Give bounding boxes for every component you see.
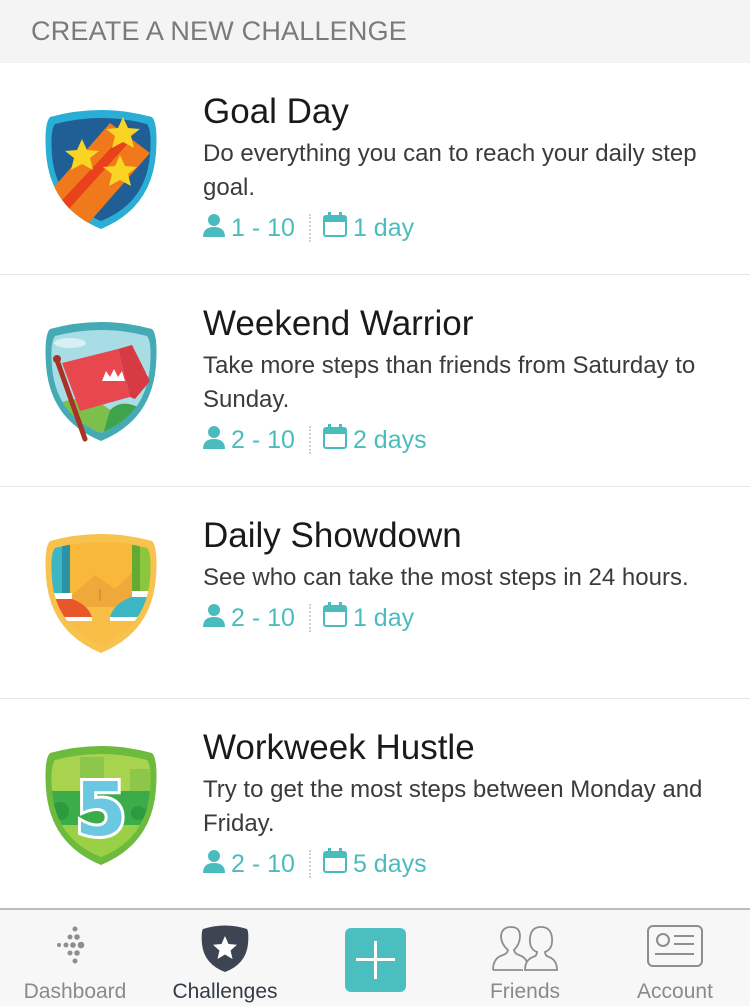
challenge-item-goal-day[interactable]: Goal Day Do everything you can to reach … [0,63,750,275]
participants-range: 1 - 10 [231,213,295,242]
section-title: CREATE A NEW CHALLENGE [31,16,407,46]
challenge-description: Try to get the most steps between Monday… [203,776,703,837]
challenge-item-workweek-hustle[interactable]: 5 Workweek Hustle Try to get the most st… [0,699,750,911]
challenge-title: Workweek Hustle [203,728,475,767]
challenge-description: Take more steps than friends from Saturd… [203,352,696,413]
tab-label: Challenges [172,980,278,1003]
flag-crown-badge-icon [40,315,162,445]
dashboard-dots-icon [0,924,150,974]
participants-range: 2 - 10 [231,849,295,878]
shooting-stars-badge-icon [40,103,162,233]
tab-dashboard[interactable]: Dashboard [0,910,150,1006]
challenge-title: Weekend Warrior [203,304,474,343]
tab-bar: Dashboard Challenges Friends Account [0,908,750,1006]
friends-icon [450,924,600,974]
challenge-meta: 1 - 10 1 day [203,211,733,245]
person-icon [203,425,225,456]
meta-divider [308,604,311,632]
challenge-item-weekend-warrior[interactable]: Weekend Warrior Take more steps than fri… [0,275,750,487]
tab-label: Dashboard [23,980,127,1003]
challenges-shield-star-icon [150,924,300,974]
person-icon [203,213,225,244]
account-card-icon [600,924,750,974]
person-icon [203,849,225,880]
duration: 5 days [352,849,427,878]
duration: 1 day [352,603,415,632]
meta-divider [308,426,311,454]
challenge-title: Daily Showdown [203,516,462,555]
tab-challenges[interactable]: Challenges [150,910,300,1006]
participants-range: 2 - 10 [231,425,295,454]
challenge-description: See who can take the most steps in 24 ho… [203,564,689,591]
challenge-title: Goal Day [203,92,349,131]
meta-divider [308,850,311,878]
challenge-meta: 2 - 10 2 days [203,423,733,457]
calendar-icon [322,212,347,244]
calendar-icon [322,602,347,634]
number-five-park-badge-icon: 5 [40,739,162,869]
calendar-icon [322,424,347,456]
duration: 2 days [352,425,427,454]
duration: 1 day [352,213,415,242]
challenge-meta: 2 - 10 5 days [203,847,733,881]
person-icon [203,603,225,634]
meta-divider [308,214,311,242]
challenge-meta: 2 - 10 1 day [203,601,733,635]
participants-range: 2 - 10 [231,603,295,632]
tab-friends[interactable]: Friends [450,910,600,1006]
calendar-icon [322,848,347,880]
tab-label: Friends [489,980,561,1003]
challenge-item-daily-showdown[interactable]: Daily Showdown See who can take the most… [0,487,750,699]
challenge-list: Goal Day Do everything you can to reach … [0,63,750,911]
tab-label: Account [637,980,713,1003]
tab-account[interactable]: Account [600,910,750,1006]
svg-text:5: 5 [75,767,127,853]
challenge-description: Do everything you can to reach your dail… [203,140,697,201]
add-challenge-button[interactable] [345,928,406,992]
sneakers-desert-badge-icon [40,527,162,657]
section-header: CREATE A NEW CHALLENGE [0,0,750,63]
